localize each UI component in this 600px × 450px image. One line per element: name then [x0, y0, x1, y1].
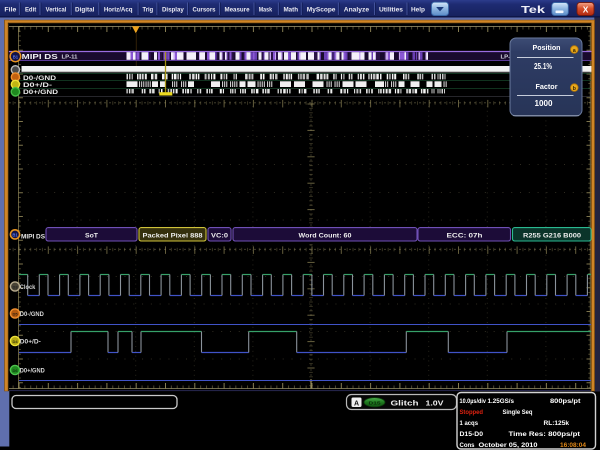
svg-text:Display: Display — [162, 6, 184, 13]
svg-text:RL:125k: RL:125k — [544, 420, 570, 427]
svg-text:D6: D6 — [12, 368, 18, 373]
svg-text:D0+/GND: D0+/GND — [20, 368, 46, 374]
svg-text:X: X — [583, 4, 589, 14]
svg-text:R255 G216 B000: R255 G216 B000 — [523, 233, 581, 240]
svg-text:Stopped: Stopped — [460, 409, 484, 416]
svg-text:1.25GS/s: 1.25GS/s — [488, 398, 515, 405]
svg-text:Factor: Factor — [536, 82, 558, 91]
svg-text:Analyze: Analyze — [344, 6, 370, 13]
svg-text:Math: Math — [283, 6, 298, 13]
svg-text:1.0V: 1.0V — [426, 399, 444, 408]
svg-text:Help: Help — [411, 6, 425, 13]
svg-text:ECC: 07h: ECC: 07h — [447, 233, 483, 240]
svg-text:D0-/GND: D0-/GND — [20, 312, 45, 318]
svg-text:Position: Position — [533, 43, 561, 52]
svg-text:Clock: Clock — [20, 285, 36, 291]
svg-text:Edit: Edit — [25, 6, 37, 13]
svg-text:Single Seq: Single Seq — [503, 409, 533, 416]
svg-text:File: File — [4, 6, 16, 13]
svg-text:1000: 1000 — [535, 99, 554, 108]
svg-text:Time Res: 800ps/pt: Time Res: 800ps/pt — [509, 431, 581, 438]
svg-text:MyScope: MyScope — [307, 6, 336, 13]
svg-text:D0-/GND: D0-/GND — [23, 75, 57, 82]
svg-text:D15: D15 — [369, 401, 382, 406]
svg-text:Tek: Tek — [521, 5, 546, 16]
svg-text:D0+/D-: D0+/D- — [23, 82, 52, 89]
svg-text:A: A — [354, 400, 359, 407]
svg-text:Word Count: 60: Word Count: 60 — [299, 233, 352, 240]
svg-text:Cursors: Cursors — [193, 6, 216, 13]
svg-text:D4: D4 — [12, 339, 18, 344]
svg-text:D15-D0: D15-D0 — [460, 431, 484, 438]
svg-text:D0+/GND: D0+/GND — [23, 89, 59, 96]
svg-text:LP-11: LP-11 — [62, 55, 78, 61]
svg-text:MIPI DS: MIPI DS — [22, 54, 58, 61]
svg-text:D0+/D-: D0+/D- — [20, 339, 41, 345]
svg-text:Glitch: Glitch — [391, 399, 419, 408]
svg-text:October 05, 2010: October 05, 2010 — [479, 442, 538, 449]
svg-text:B1: B1 — [13, 54, 19, 59]
svg-text:D5: D5 — [12, 311, 18, 316]
svg-text:800ps/pt: 800ps/pt — [550, 398, 581, 405]
svg-text:25.1%: 25.1% — [534, 62, 552, 71]
svg-text:B1: B1 — [12, 232, 18, 237]
svg-text:Trig: Trig — [143, 6, 154, 13]
svg-text:SoT: SoT — [85, 233, 99, 240]
svg-text:16:08:04: 16:08:04 — [560, 442, 586, 449]
svg-text:Cons: Cons — [460, 442, 475, 449]
svg-text:1 acqs: 1 acqs — [460, 420, 479, 427]
svg-text:Vertical: Vertical — [46, 6, 67, 13]
svg-text:VC:0: VC:0 — [211, 233, 228, 240]
svg-text:10.0µs/div: 10.0µs/div — [460, 398, 487, 405]
svg-text:Utilities: Utilities — [379, 6, 403, 13]
svg-text:Measure: Measure — [225, 6, 250, 13]
svg-text:Mask: Mask — [259, 6, 273, 13]
svg-text:Horiz/Acq: Horiz/Acq — [104, 6, 133, 13]
svg-text:Packed Pixel 888: Packed Pixel 888 — [143, 233, 203, 240]
svg-text:D3: D3 — [12, 284, 18, 289]
svg-text:Digital: Digital — [75, 6, 95, 13]
svg-text:MIPI DS: MIPI DS — [21, 233, 45, 240]
